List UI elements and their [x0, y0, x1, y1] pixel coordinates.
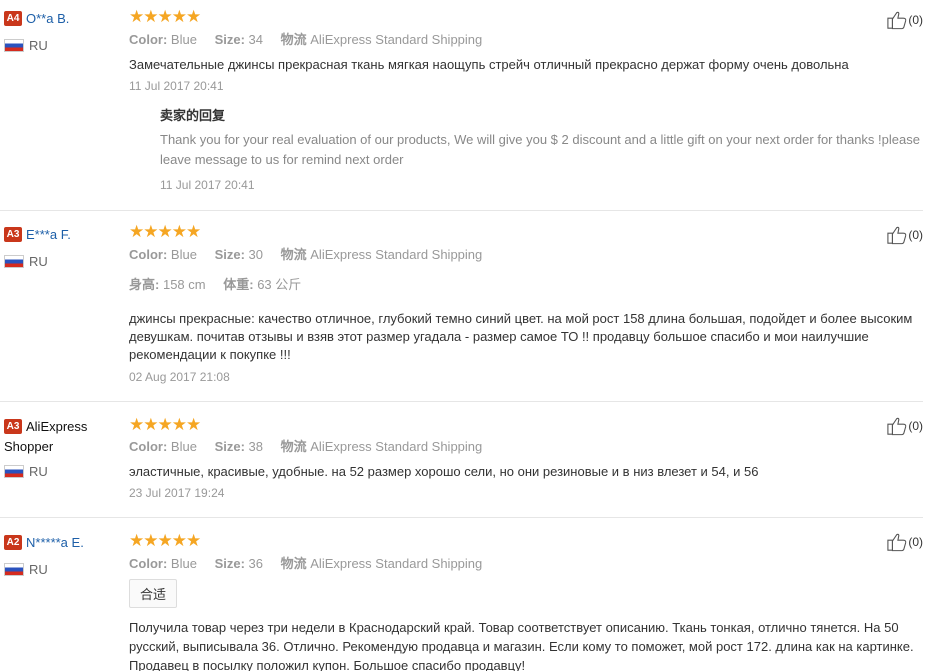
review-date: 23 Jul 2017 19:24 — [129, 486, 225, 500]
size-label: Size: — [214, 32, 245, 47]
russia-flag-icon — [4, 563, 24, 577]
shipping-label: 物流 — [280, 556, 307, 571]
buyer-info: A2 N*****a E. RU — [4, 534, 124, 577]
color-value: Blue — [170, 556, 197, 571]
seller-reply-title: 卖家的回复 — [160, 108, 226, 123]
thumbs-up-icon[interactable] — [886, 532, 908, 552]
russia-flag-icon — [4, 255, 24, 269]
shipping-label: 物流 — [280, 439, 307, 454]
shipping-label: 物流 — [280, 247, 307, 262]
weight-label: 体重: — [223, 277, 254, 292]
buyer-info: A3 E***a F. RU — [4, 226, 124, 269]
shipping-value: AliExpress Standard Shipping — [310, 439, 483, 454]
size-value: 34 — [248, 32, 263, 47]
review-content: ★★★★★ Color: Blue Size: 38 物流 AliExpress… — [129, 416, 919, 501]
buyer-country: RU — [4, 561, 48, 577]
color-label: Color: — [129, 32, 168, 47]
color-value: Blue — [170, 247, 197, 262]
shipping-value: AliExpress Standard Shipping — [310, 556, 483, 571]
buyer-level-badge: A4 — [4, 11, 22, 27]
buyer-body-info: 身高: 158 cm 体重: 63 公斤 — [129, 276, 919, 294]
helpful-button[interactable]: (0) — [886, 416, 923, 436]
review-attributes: Color: Blue Size: 30 物流 AliExpress Stand… — [129, 246, 919, 264]
review-content: ★★★★★ Color: Blue Size: 30 物流 AliExpress… — [129, 223, 919, 385]
review-content: ★★★★★ Color: Blue Size: 36 物流 AliExpress… — [129, 532, 919, 671]
size-value: 36 — [248, 556, 263, 571]
seller-reply-text: Thank you for your real evaluation of ou… — [160, 132, 920, 167]
buyer-level-badge: A3 — [4, 227, 22, 243]
review-item: A3 AliExpress Shopper RU ★★★★★ Color: Blu… — [0, 402, 927, 517]
review-item: A2 N*****a E. RU ★★★★★ Color: Blue Size: … — [0, 518, 927, 671]
russia-flag-icon — [4, 465, 24, 479]
helpful-button[interactable]: (0) — [886, 10, 923, 30]
size-value: 30 — [248, 247, 263, 262]
star-rating: ★★★★★ — [129, 531, 201, 550]
review-item: A3 E***a F. RU ★★★★★ Color: Blue Size: 30… — [0, 211, 927, 401]
buyer-country: RU — [4, 461, 48, 481]
helpful-count: (0) — [908, 535, 923, 549]
review-text: джинсы прекрасные: качество отличное, гл… — [129, 311, 913, 362]
shipping-value: AliExpress Standard Shipping — [310, 32, 483, 47]
seller-reply: 卖家的回复 Thank you for your real evaluation… — [160, 105, 920, 193]
helpful-count: (0) — [908, 419, 923, 433]
review-tags: 合适 — [129, 579, 919, 608]
height-value: 158 cm — [162, 277, 206, 292]
color-label: Color: — [129, 247, 168, 262]
buyer-name-link[interactable]: E***a F. — [26, 227, 71, 242]
helpful-count: (0) — [908, 13, 923, 27]
color-value: Blue — [170, 439, 197, 454]
review-tag: 合适 — [129, 579, 178, 608]
thumbs-up-icon[interactable] — [886, 225, 908, 245]
review-attributes: Color: Blue Size: 34 物流 AliExpress Stand… — [129, 31, 919, 49]
thumbs-up-icon[interactable] — [886, 416, 908, 436]
color-label: Color: — [129, 556, 168, 571]
buyer-name-link[interactable]: N*****a E. — [26, 535, 84, 550]
seller-reply-date: 11 Jul 2017 20:41 — [160, 178, 255, 192]
star-rating: ★★★★★ — [129, 415, 201, 434]
review-content: ★★★★★ Color: Blue Size: 34 物流 AliExpress… — [129, 7, 920, 193]
review-text: Замечательные джинсы прекрасная ткань мя… — [129, 57, 849, 72]
size-label: Size: — [214, 439, 245, 454]
buyer-country: RU — [4, 253, 48, 269]
star-rating: ★★★★★ — [129, 7, 201, 26]
country-code: RU — [29, 38, 48, 54]
buyer-info: A3 AliExpress Shopper RU — [4, 416, 114, 479]
buyer-name-link[interactable]: O**a B. — [26, 11, 69, 26]
helpful-button[interactable]: (0) — [886, 532, 923, 552]
review-date: 02 Aug 2017 21:08 — [129, 370, 230, 384]
country-code: RU — [29, 464, 48, 480]
helpful-button[interactable]: (0) — [886, 225, 923, 245]
height-label: 身高: — [129, 277, 160, 292]
shipping-value: AliExpress Standard Shipping — [310, 247, 483, 262]
buyer-country: RU — [4, 37, 48, 53]
review-attributes: Color: Blue Size: 38 物流 AliExpress Stand… — [129, 438, 919, 456]
buyer-level-badge: A3 — [4, 419, 22, 435]
size-value: 38 — [248, 439, 263, 454]
buyer-level-badge: A2 — [4, 535, 22, 551]
russia-flag-icon — [4, 39, 24, 53]
review-date: 11 Jul 2017 20:41 — [129, 79, 224, 93]
review-text: Получила товар через три недели в Красно… — [129, 620, 914, 671]
color-label: Color: — [129, 439, 168, 454]
star-rating: ★★★★★ — [129, 222, 201, 241]
review-item: A4 O**a B. RU ★★★★★ Color: Blue Size: 34 … — [0, 0, 927, 210]
weight-value: 63 公斤 — [257, 277, 302, 292]
helpful-count: (0) — [908, 228, 923, 242]
size-label: Size: — [214, 556, 245, 571]
size-label: Size: — [214, 247, 245, 262]
country-code: RU — [29, 562, 48, 578]
review-text: эластичные, красивые, удобные. на 52 раз… — [129, 464, 759, 479]
buyer-info: A4 O**a B. RU — [4, 10, 124, 53]
review-attributes: Color: Blue Size: 36 物流 AliExpress Stand… — [129, 555, 919, 573]
shipping-label: 物流 — [280, 32, 307, 47]
thumbs-up-icon[interactable] — [886, 10, 908, 30]
color-value: Blue — [170, 32, 197, 47]
country-code: RU — [29, 254, 48, 270]
